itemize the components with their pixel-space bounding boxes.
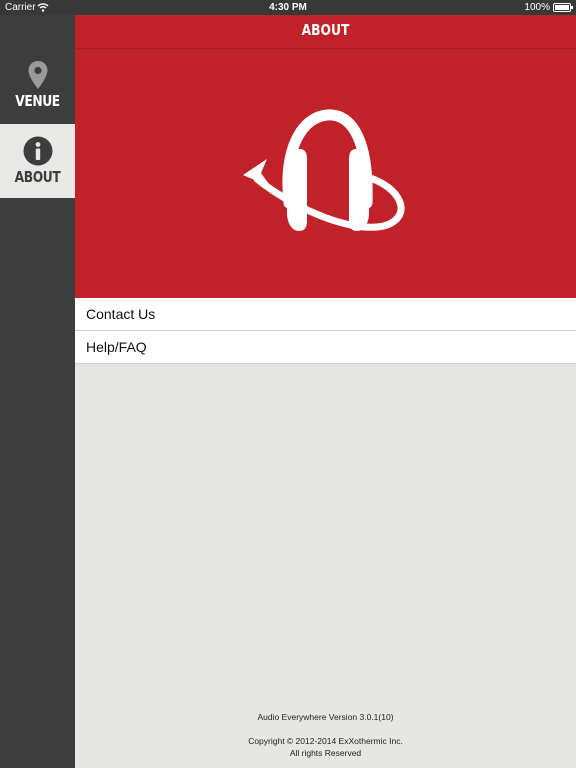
sidebar-item-label: VENUE	[15, 92, 60, 110]
map-pin-icon	[28, 61, 47, 89]
version-text: Audio Everywhere Version 3.0.1(10)	[257, 712, 394, 722]
battery-icon	[553, 3, 573, 12]
headphones-logo-icon	[243, 109, 405, 231]
about-menu-list: Contact Us Help/FAQ	[75, 298, 576, 364]
rights-text: All rights Reserved	[289, 748, 362, 758]
help-faq-item[interactable]: Help/FAQ	[75, 331, 576, 364]
status-time: 4:30 PM	[269, 2, 307, 13]
contact-us-item[interactable]: Contact Us	[75, 298, 576, 331]
nav-header: ABOUT	[75, 15, 576, 49]
footer: Audio Everywhere Version 3.0.1(10) Copyr…	[75, 711, 576, 759]
battery-percentage: 100%	[524, 2, 550, 13]
sidebar-item-label: ABOUT	[14, 168, 61, 186]
brand-banner	[75, 49, 576, 298]
page-title: ABOUT	[301, 21, 350, 39]
status-bar: Carrier 4:30 PM 100%	[0, 0, 576, 15]
main-content: ABOUT Contact Us Help/FAQ Audio Everywhe…	[75, 15, 576, 768]
sidebar-item-venue[interactable]: VENUE	[0, 50, 75, 124]
info-icon	[23, 136, 52, 166]
battery-fill	[555, 5, 569, 10]
copyright-text: Copyright © 2012-2014 ExXothermic Inc.	[248, 736, 403, 746]
sidebar: VENUE ABOUT	[0, 15, 75, 768]
sidebar-item-about[interactable]: ABOUT	[0, 124, 75, 198]
